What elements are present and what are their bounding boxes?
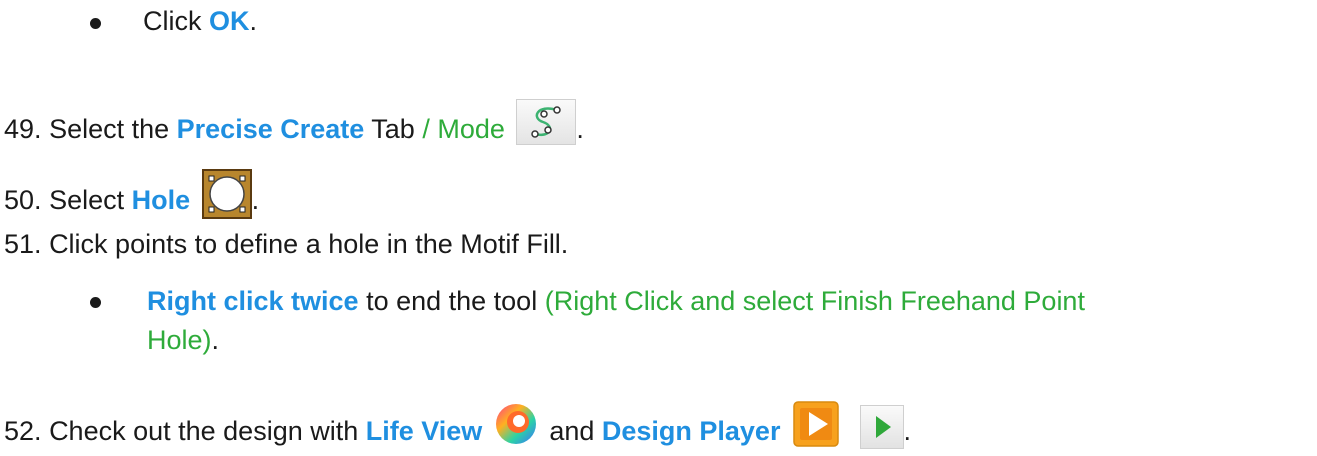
instruction-right-click-cont: Hole). (147, 323, 219, 357)
precise-create-mode-icon (516, 99, 577, 145)
text: . (576, 114, 584, 144)
instruction-click-ok: Click OK. (143, 4, 257, 38)
step-number: 51. (4, 229, 42, 259)
text: . (211, 325, 220, 355)
step-number: 52. (4, 416, 42, 446)
text: . (249, 6, 258, 36)
text: Select the (49, 114, 177, 144)
life-view-icon (494, 402, 538, 446)
hole-icon (201, 169, 252, 219)
instruction-right-click: Right click twice to end the tool (Right… (147, 284, 1085, 318)
precise-create-label: Precise Create (176, 114, 365, 144)
step-51: 51. Click points to define a hole in the… (4, 227, 568, 261)
ok-label: OK (209, 6, 250, 36)
text: Click points to define a hole in the Mot… (49, 229, 569, 259)
step-number: 49. (4, 114, 42, 144)
text: . (251, 185, 260, 215)
text: Click (143, 6, 209, 36)
right-click-label: Right click twice (147, 286, 359, 316)
note-text: Hole) (147, 325, 212, 355)
text: Tab (364, 114, 415, 144)
step-number: 50. (4, 185, 42, 215)
text: Select (49, 185, 132, 215)
step-50: 50. Select Hole . (4, 169, 259, 219)
hole-label: Hole (131, 185, 191, 215)
bullet-dot (90, 18, 101, 29)
text: to end the tool (358, 286, 545, 316)
play-icon (859, 405, 904, 449)
bullet-dot (90, 297, 101, 308)
design-player-icon (792, 400, 840, 448)
mode-label: / Mode (414, 114, 505, 144)
note-text: (Right Click and select Finish Freehand … (544, 286, 1085, 316)
step-49: 49. Select the Precise Create Tab / Mode… (4, 99, 584, 146)
